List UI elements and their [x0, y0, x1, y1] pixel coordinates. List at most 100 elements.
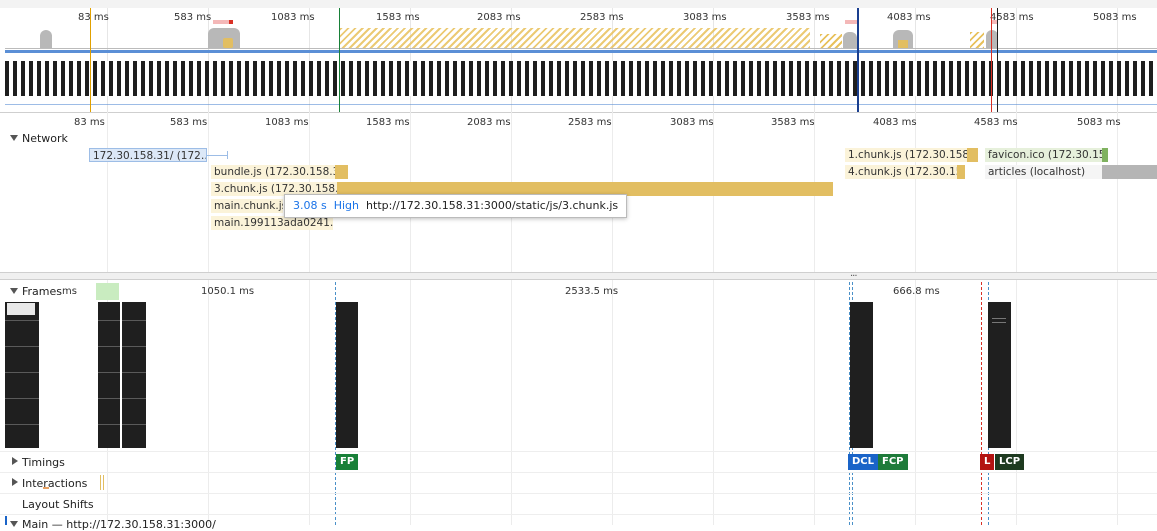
long-task-marker: [845, 20, 857, 24]
interactions-track-header[interactable]: Interactions: [12, 477, 87, 490]
frame-screenshot[interactable]: [5, 302, 39, 448]
network-request[interactable]: bundle.js (172.30.158.31): [211, 165, 335, 179]
load-marker: [991, 8, 992, 112]
timing-marker-fcp[interactable]: FCP: [878, 454, 908, 470]
interactions-track-label: Interactions: [22, 477, 88, 490]
row-divider: [0, 493, 1157, 494]
row-divider: [0, 451, 1157, 452]
frame-screenshot[interactable]: [122, 302, 146, 448]
overview-tick: 2083 ms: [477, 12, 521, 23]
interaction-marker: [100, 475, 101, 490]
grid-line: [814, 112, 815, 525]
ruler-tick: 1583 ms: [366, 117, 410, 128]
ruler-tick: 3583 ms: [771, 117, 815, 128]
overview-tick: 583 ms: [174, 12, 212, 23]
overview-tick: 3083 ms: [683, 12, 727, 23]
track-separator[interactable]: [0, 272, 1157, 280]
frames-track-header[interactable]: Frames: [10, 285, 62, 298]
frame-screenshot[interactable]: [850, 302, 873, 448]
row-divider: [0, 514, 1157, 515]
grid-line: [410, 112, 411, 525]
tooltip-duration: 3.08 s: [293, 199, 327, 212]
frame-duration: 2533.5 ms: [565, 286, 619, 297]
network-request[interactable]: main.199113ada0241…: [211, 216, 333, 230]
tooltip-priority: High: [333, 199, 360, 212]
network-request[interactable]: 172.30.158.31/ (172…: [89, 148, 207, 162]
cpu-activity-script: [340, 28, 810, 48]
timing-marker-lcp[interactable]: LCP: [995, 454, 1025, 470]
timings-track-label: Timings: [22, 456, 65, 469]
network-request[interactable]: 1.chunk.js (172.30.158.31): [845, 148, 967, 162]
cpu-activity: [40, 30, 52, 48]
collapse-icon: [10, 135, 18, 141]
collapse-icon: [10, 288, 18, 294]
request-bar: [967, 148, 978, 162]
overview-grid-line: [612, 8, 613, 112]
collapse-icon: [10, 521, 18, 527]
overview-tick: 5083 ms: [1093, 12, 1137, 23]
network-request[interactable]: articles (localhost): [985, 165, 1102, 179]
ruler-tick: 2583 ms: [568, 117, 612, 128]
request-bar: [335, 165, 348, 179]
timeline-overview[interactable]: 83 ms 583 ms 1083 ms 1583 ms 2083 ms 258…: [0, 8, 1157, 113]
frames-overview: [5, 61, 1157, 96]
expand-icon: [12, 457, 18, 465]
ruler-tick: 4083 ms: [873, 117, 917, 128]
lcp-marker: [997, 8, 998, 112]
overview-tick: 1583 ms: [376, 12, 420, 23]
timing-marker-fp[interactable]: FP: [336, 454, 359, 470]
overview-tick: 3583 ms: [786, 12, 830, 23]
row-divider: [0, 472, 1157, 473]
network-overview-line: [5, 50, 1157, 53]
layout-shifts-track-label[interactable]: Layout Shifts: [22, 498, 94, 511]
frame-screenshot[interactable]: [336, 302, 358, 448]
network-track-label: Network: [22, 132, 68, 145]
frame-screenshot[interactable]: [98, 302, 120, 448]
ruler-tick: 4583 ms: [974, 117, 1018, 128]
cpu-activity-script: [898, 40, 908, 48]
overview-grid-line: [208, 8, 209, 112]
frames-track-label: Frames: [22, 285, 63, 298]
fp-marker: [339, 8, 340, 112]
request-whisker: [207, 155, 227, 156]
frame-duration: ms: [62, 286, 77, 297]
interaction-marker: [43, 487, 49, 489]
network-request[interactable]: main.chunk.js: [211, 199, 283, 213]
cpu-activity-script: [970, 32, 984, 48]
overview-tick: 2583 ms: [580, 12, 624, 23]
timing-marker-dcl[interactable]: DCL: [848, 454, 879, 470]
timings-track-header[interactable]: Timings: [12, 456, 65, 469]
selected-frame[interactable]: [96, 283, 119, 300]
expand-more-icon[interactable]: ...: [850, 268, 857, 279]
memory-line: [5, 104, 1157, 105]
overview-grid-line: [1117, 8, 1118, 112]
expand-icon: [12, 478, 18, 486]
network-track-header[interactable]: Network: [10, 132, 68, 145]
request-tooltip: 3.08 s High http://172.30.158.31:3000/st…: [284, 194, 628, 218]
request-bar: [1102, 148, 1108, 162]
dcl-marker: [857, 8, 859, 112]
overview-grid-line: [915, 8, 916, 112]
ruler-tick: 1083 ms: [265, 117, 309, 128]
request-whisker: [227, 151, 228, 159]
frame-duration: 666.8 ms: [893, 286, 940, 297]
cpu-activity-script: [820, 34, 842, 48]
overview-grid-line: [511, 8, 512, 112]
cpu-activity-script: [223, 38, 233, 48]
network-request[interactable]: 4.chunk.js (172.30.15…: [845, 165, 957, 179]
overview-tick: 83 ms: [78, 12, 109, 23]
ruler-tick: 5083 ms: [1077, 117, 1121, 128]
overview-grid-line: [309, 8, 310, 112]
network-request[interactable]: favicon.ico (172.30.15…: [985, 148, 1102, 162]
grid-line: [612, 112, 613, 525]
overview-grid-line: [410, 8, 411, 112]
long-task-marker: [229, 20, 233, 24]
overview-grid-line: [1016, 8, 1017, 112]
frame-duration: 1050.1 ms: [201, 286, 255, 297]
overview-grid-line: [814, 8, 815, 112]
frame-screenshot[interactable]: [988, 302, 1011, 448]
timing-marker-load[interactable]: L: [980, 454, 995, 470]
overview-marker: [90, 8, 91, 112]
frame-boundary: [981, 282, 982, 525]
ruler-tick: 2083 ms: [467, 117, 511, 128]
